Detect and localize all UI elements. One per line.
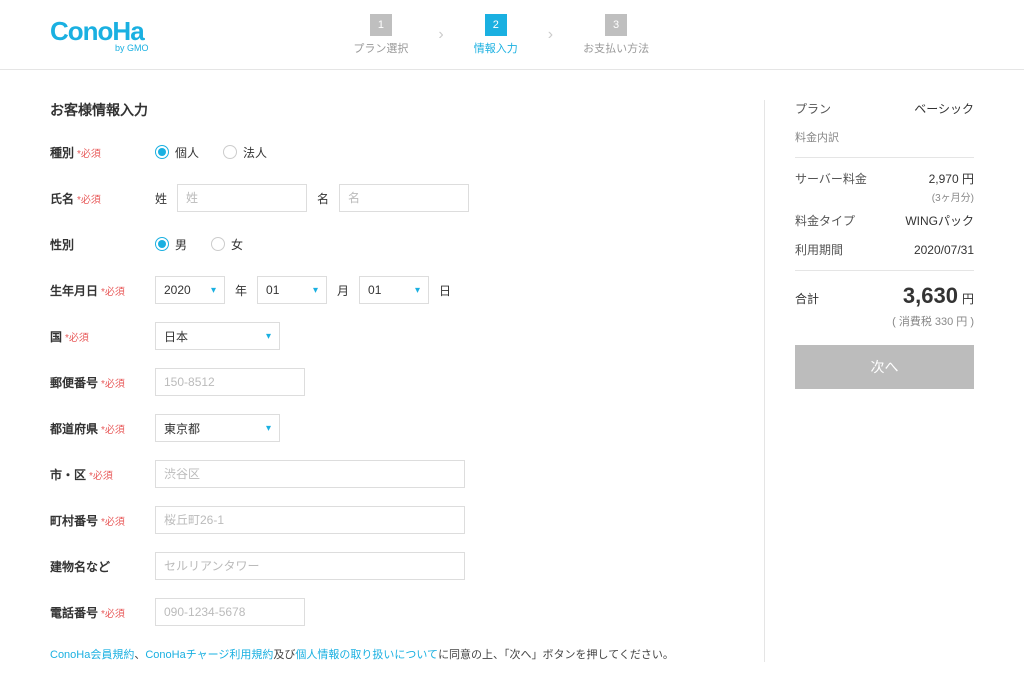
radio-individual[interactable]: 個人 — [155, 144, 199, 161]
step-num-1: 1 — [370, 14, 392, 36]
label-phone: 電話番号*必須 — [50, 604, 155, 621]
sb-period-label: 利用期間 — [795, 241, 843, 258]
step-num-2: 2 — [485, 14, 507, 36]
radio-circle-icon — [155, 145, 169, 159]
sb-plan-value: ベーシック — [914, 100, 974, 117]
header: ConoHa by GMO 1 プラン選択 › 2 情報入力 › 3 お支払い方… — [0, 0, 1024, 70]
chevron-down-icon: ▾ — [211, 285, 216, 296]
step-plan: 1 プラン選択 — [353, 14, 408, 56]
sb-period-value: 2020/07/31 — [914, 243, 974, 257]
sb-total-unit: 円 — [962, 292, 974, 306]
agreement-text: ConoHa会員規約、ConoHaチャージ利用規約及び個人情報の取り扱いについて… — [50, 646, 724, 662]
step-label-1: プラン選択 — [353, 40, 408, 56]
input-lastname[interactable] — [177, 184, 307, 212]
input-town[interactable] — [155, 506, 465, 534]
label-type: 種別*必須 — [50, 144, 155, 161]
sb-serverfee-label: サーバー料金 — [795, 170, 867, 187]
label-city: 市・区*必須 — [50, 466, 155, 483]
sb-serverfee-sub: (3ヶ月分) — [795, 189, 974, 204]
sb-plan-label: プラン — [795, 100, 831, 117]
label-gender: 性別 — [50, 236, 155, 253]
label-postal: 郵便番号*必須 — [50, 374, 155, 391]
sb-total-amount: 3,630 — [903, 283, 958, 308]
radio-circle-icon — [211, 237, 225, 251]
next-button[interactable]: 次へ — [795, 345, 974, 389]
sublabel-mei: 名 — [317, 190, 329, 207]
sb-feetype-label: 料金タイプ — [795, 212, 855, 229]
input-postal[interactable] — [155, 368, 305, 396]
step-num-3: 3 — [605, 14, 627, 36]
label-country: 国*必須 — [50, 328, 155, 345]
input-phone[interactable] — [155, 598, 305, 626]
logo-sub: by GMO — [115, 43, 149, 53]
chevron-down-icon: ▾ — [266, 331, 271, 342]
sb-total-label: 合計 — [795, 290, 819, 307]
radio-female[interactable]: 女 — [211, 236, 243, 253]
chevron-down-icon: ▾ — [313, 285, 318, 296]
chevron-right-icon: › — [548, 26, 553, 44]
logo: ConoHa by GMO — [50, 16, 149, 53]
chevron-right-icon: › — [438, 26, 443, 44]
form-title: お客様情報入力 — [50, 100, 724, 120]
input-city[interactable] — [155, 460, 465, 488]
sublabel-sei: 姓 — [155, 190, 167, 207]
progress-steps: 1 プラン選択 › 2 情報入力 › 3 お支払い方法 — [353, 14, 649, 56]
chevron-down-icon: ▾ — [415, 285, 420, 296]
label-name: 氏名*必須 — [50, 190, 155, 207]
customer-info-form: お客様情報入力 種別*必須 個人 法人 氏名*必須 — [50, 100, 764, 662]
step-info: 2 情報入力 — [474, 14, 518, 56]
link-charge-terms[interactable]: ConoHaチャージ利用規約 — [145, 649, 273, 661]
order-summary: プラン ベーシック 料金内訳 サーバー料金 2,970 円 (3ヶ月分) 料金タ… — [764, 100, 974, 662]
input-building[interactable] — [155, 552, 465, 580]
select-pref[interactable]: 東京都▾ — [155, 414, 280, 442]
label-building: 建物名など — [50, 558, 155, 575]
input-firstname[interactable] — [339, 184, 469, 212]
sb-breakdown-title: 料金内訳 — [795, 129, 974, 145]
radio-circle-icon — [155, 237, 169, 251]
link-privacy[interactable]: 個人情報の取り扱いについて — [295, 649, 438, 661]
sb-tax: ( 消費税 330 円 ) — [795, 313, 974, 329]
step-label-3: お支払い方法 — [583, 40, 649, 56]
select-country[interactable]: 日本▾ — [155, 322, 280, 350]
label-pref: 都道府県*必須 — [50, 420, 155, 437]
label-town: 町村番号*必須 — [50, 512, 155, 529]
select-birth-year[interactable]: 2020▾ — [155, 276, 225, 304]
link-member-terms[interactable]: ConoHa会員規約 — [50, 649, 134, 661]
step-payment: 3 お支払い方法 — [583, 14, 649, 56]
step-label-2: 情報入力 — [474, 40, 518, 56]
sb-serverfee-value: 2,970 円 — [929, 170, 974, 187]
radio-corporate[interactable]: 法人 — [223, 144, 267, 161]
radio-circle-icon — [223, 145, 237, 159]
radio-male[interactable]: 男 — [155, 236, 187, 253]
chevron-down-icon: ▾ — [266, 423, 271, 434]
select-birth-day[interactable]: 01▾ — [359, 276, 429, 304]
select-birth-month[interactable]: 01▾ — [257, 276, 327, 304]
sb-feetype-value: WINGパック — [905, 212, 974, 229]
label-birth: 生年月日*必須 — [50, 282, 155, 299]
